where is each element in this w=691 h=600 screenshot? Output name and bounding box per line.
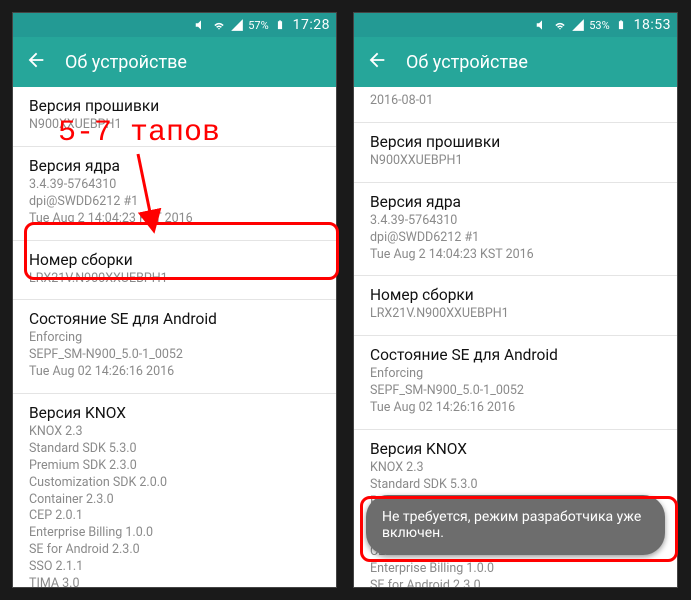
row-value: SEPF_SM-N900_5.0-1_0052 <box>370 383 661 400</box>
signal-icon <box>230 18 244 32</box>
row-title: Версия прошивки <box>29 97 320 115</box>
row-value: LRX21V.N900XXUEBPH1 <box>29 271 320 288</box>
appbar: Об устройстве <box>354 37 677 87</box>
row-value: Container 2.3.0 <box>29 492 320 509</box>
mute-icon <box>194 18 208 32</box>
row-value: Enforcing <box>370 366 661 383</box>
row-value: SE for Android 2.3.0 <box>370 578 661 587</box>
signal-icon <box>571 18 585 32</box>
row-value: Customization SDK 2.0.0 <box>29 475 320 492</box>
row-value: TIMA 3.0 <box>29 576 320 587</box>
wifi-icon <box>553 18 567 32</box>
battery-icon <box>614 18 628 32</box>
row-title: Номер сборки <box>370 286 661 304</box>
row-title: Состояние SE для Android <box>29 310 320 328</box>
row-se-android[interactable]: Состояние SE для Android Enforcing SEPF_… <box>354 336 677 430</box>
row-value: dpi@SWDD6212 #1 <box>370 230 661 247</box>
row-title: Версия прошивки <box>370 133 661 151</box>
row-value: SSO 2.1.1 <box>29 559 320 576</box>
row-value: CEP 2.0.1 <box>29 508 320 525</box>
row-knox[interactable]: Версия KNOX KNOX 2.3 Standard SDK 5.3.0 … <box>13 394 336 587</box>
row-value: Premium SDK 2.3.0 <box>29 458 320 475</box>
mute-icon <box>535 18 549 32</box>
toast-developer-mode: Не требуется, режим разработчика уже вкл… <box>366 495 665 555</box>
row-value: LRX21V.N900XXUEBPH1 <box>370 306 661 323</box>
appbar: Об устройстве <box>13 37 336 87</box>
row-title: Номер сборки <box>29 251 320 269</box>
settings-list[interactable]: Версия прошивки N900XXUEBPH1 Версия ядра… <box>13 87 336 587</box>
phone-right: 53% 18:53 Об устройстве 2016-08-01 Верси… <box>353 12 678 588</box>
row-security-patch[interactable]: 2016-08-01 <box>354 87 677 123</box>
row-title: Версия KNOX <box>29 404 320 422</box>
toast-text: Не требуется, режим разработчика уже вкл… <box>382 509 641 541</box>
row-value: Standard SDK 5.3.0 <box>370 477 661 494</box>
row-value: N900XXUEBPH1 <box>29 117 320 134</box>
row-value: KNOX 2.3 <box>370 460 661 477</box>
back-icon[interactable] <box>25 49 47 75</box>
row-value: 3.4.39-5764310 <box>370 213 661 230</box>
row-build-number[interactable]: Номер сборки LRX21V.N900XXUEBPH1 <box>354 276 677 336</box>
row-value: Enterprise Billing 1.0.0 <box>370 561 661 578</box>
row-se-android[interactable]: Состояние SE для Android Enforcing SEPF_… <box>13 300 336 394</box>
row-value: SEPF_SM-N900_5.0-1_0052 <box>29 347 320 364</box>
row-firmware[interactable]: Версия прошивки N900XXUEBPH1 <box>354 123 677 183</box>
back-icon[interactable] <box>366 49 388 75</box>
row-firmware[interactable]: Версия прошивки N900XXUEBPH1 <box>13 87 336 147</box>
row-value: Tue Aug 2 14:04:23 KST 2016 <box>370 247 661 264</box>
wifi-icon <box>212 18 226 32</box>
row-value: 2016-08-01 <box>370 93 661 110</box>
row-value: Tue Aug 2 14:04:23 KST 2016 <box>29 211 320 228</box>
battery-percent: 57% <box>248 19 268 32</box>
row-kernel[interactable]: Версия ядра 3.4.39-5764310 dpi@SWDD6212 … <box>354 183 677 277</box>
row-title: Версия KNOX <box>370 440 661 458</box>
clock-time: 18:53 <box>634 17 671 33</box>
row-value: 3.4.39-5764310 <box>29 177 320 194</box>
row-title: Версия ядра <box>370 193 661 211</box>
row-value: dpi@SWDD6212 #1 <box>29 194 320 211</box>
row-value: Tue Aug 02 14:26:16 2016 <box>29 364 320 381</box>
row-value: Standard SDK 5.3.0 <box>29 441 320 458</box>
page-title: Об устройстве <box>406 52 528 73</box>
page-title: Об устройстве <box>65 52 187 73</box>
battery-icon <box>273 18 287 32</box>
row-kernel[interactable]: Версия ядра 3.4.39-5764310 dpi@SWDD6212 … <box>13 147 336 241</box>
row-build-number[interactable]: Номер сборки LRX21V.N900XXUEBPH1 <box>13 241 336 301</box>
row-value: Tue Aug 02 14:26:16 2016 <box>370 400 661 417</box>
row-value: SE for Android 2.3.0 <box>29 542 320 559</box>
settings-list[interactable]: 2016-08-01 Версия прошивки N900XXUEBPH1 … <box>354 87 677 587</box>
statusbar: 57% 17:28 <box>13 13 336 37</box>
phone-left: 57% 17:28 Об устройстве Версия прошивки … <box>12 12 337 588</box>
row-value: Enterprise Billing 1.0.0 <box>29 525 320 542</box>
row-value: N900XXUEBPH1 <box>370 153 661 170</box>
row-value: KNOX 2.3 <box>29 424 320 441</box>
battery-percent: 53% <box>589 19 609 32</box>
row-title: Состояние SE для Android <box>370 346 661 364</box>
row-title: Версия ядра <box>29 157 320 175</box>
statusbar: 53% 18:53 <box>354 13 677 37</box>
clock-time: 17:28 <box>293 17 330 33</box>
row-value: Enforcing <box>29 330 320 347</box>
